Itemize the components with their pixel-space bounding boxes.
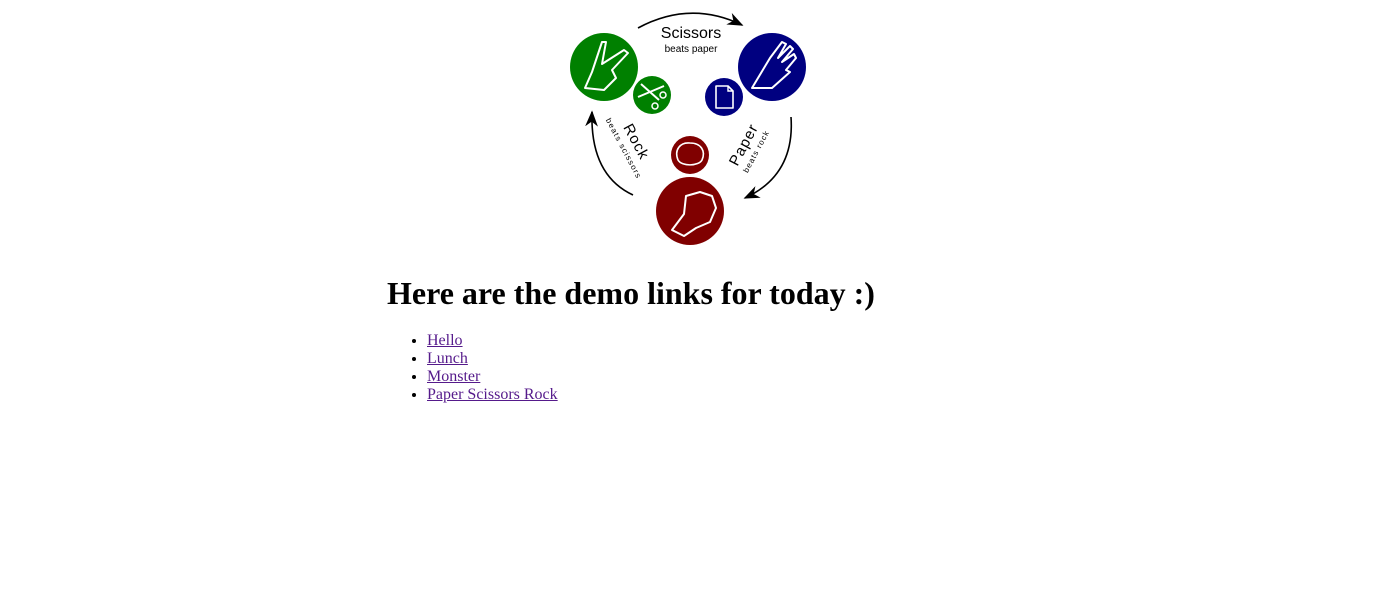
scissors-hand-icon (570, 33, 638, 101)
page-title: Here are the demo links for today :) (387, 275, 875, 311)
link-lunch[interactable]: Lunch (427, 350, 468, 367)
scissors-label: Scissors (661, 25, 721, 42)
list-item: Hello (427, 332, 558, 350)
demo-links-list: Hello Lunch Monster Paper Scissors Rock (387, 332, 558, 404)
list-item: Paper Scissors Rock (427, 386, 558, 404)
paper-icon (705, 78, 743, 116)
rock-paper-scissors-diagram: Scissors beats paper Rock beats scissors… (570, 12, 806, 245)
scissors-sublabel: beats paper (665, 44, 718, 55)
list-item: Lunch (427, 350, 558, 368)
link-hello[interactable]: Hello (427, 332, 463, 349)
rock-hand-icon (656, 177, 724, 245)
link-paper-scissors-rock[interactable]: Paper Scissors Rock (427, 386, 558, 403)
paper-hand-icon (738, 33, 806, 101)
link-monster[interactable]: Monster (427, 368, 480, 385)
scissors-icon (633, 76, 671, 114)
rock-icon (671, 136, 709, 174)
list-item: Monster (427, 368, 558, 386)
